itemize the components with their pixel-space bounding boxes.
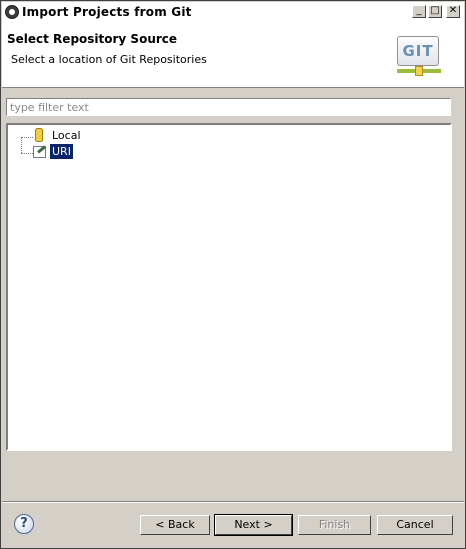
tree-connector <box>21 137 22 153</box>
git-logo-knob <box>415 66 423 76</box>
tree-connector <box>21 137 33 138</box>
maximize-button[interactable]: □ <box>428 5 442 18</box>
wizard-header: Select Repository Source Select a locati… <box>2 23 464 88</box>
eclipse-icon <box>5 5 19 19</box>
tree-item-label: Local <box>52 129 81 142</box>
next-button[interactable]: Next > <box>214 514 293 536</box>
git-logo-icon: GIT <box>397 36 443 80</box>
filter-input[interactable] <box>8 99 452 115</box>
tree-connector <box>21 153 33 154</box>
cancel-button[interactable]: Cancel <box>377 515 453 535</box>
filter-field[interactable] <box>6 98 452 116</box>
repository-icon <box>35 128 43 142</box>
window-title: Import Projects from Git <box>22 5 192 19</box>
uri-icon <box>33 146 46 158</box>
page-description: Select a location of Git Repositories <box>11 53 207 66</box>
close-button[interactable]: ✕ <box>446 5 460 18</box>
title-bar[interactable]: Import Projects from Git _ □ ✕ <box>2 2 464 24</box>
finish-button[interactable]: Finish <box>298 515 371 535</box>
tree-item-label: URI <box>50 144 73 159</box>
footer-divider <box>2 501 464 503</box>
git-logo-text: GIT <box>397 36 439 66</box>
help-icon[interactable]: ? <box>14 514 34 534</box>
import-dialog: Import Projects from Git _ □ ✕ Select Re… <box>0 0 466 549</box>
minimize-button[interactable]: _ <box>412 5 426 18</box>
back-button[interactable]: < Back <box>140 515 210 535</box>
repository-source-tree[interactable]: Local URI <box>6 123 452 451</box>
page-title: Select Repository Source <box>7 32 178 46</box>
